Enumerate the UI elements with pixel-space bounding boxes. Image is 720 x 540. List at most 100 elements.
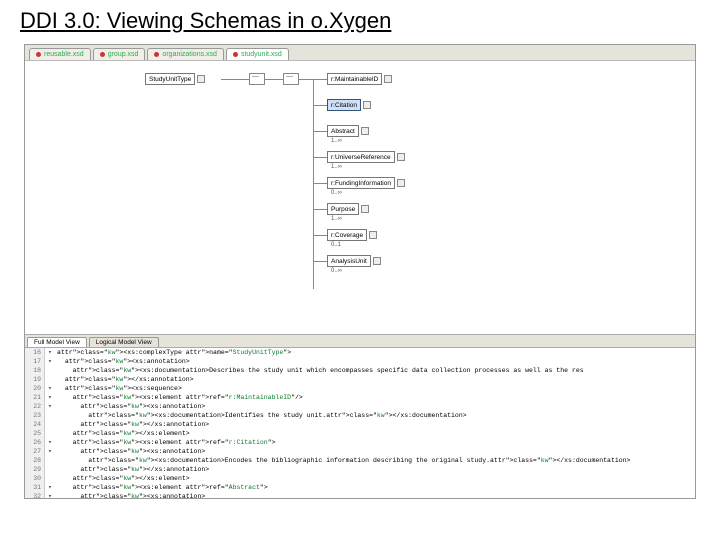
- code-line[interactable]: 31▾ attr">class="kw"><xs:element attr">r…: [25, 483, 695, 492]
- code-text: attr">class="kw"><xs:element attr">ref="…: [55, 438, 276, 447]
- diagram-element-node[interactable]: r:Citation: [327, 99, 361, 111]
- line-number: 21: [25, 393, 45, 402]
- sequence-compositor[interactable]: [283, 73, 299, 85]
- fold-toggle-icon[interactable]: ▾: [45, 384, 55, 393]
- fold-toggle-icon[interactable]: ▾: [45, 447, 55, 456]
- line-number: 25: [25, 429, 45, 438]
- code-text: attr">class="kw"></xs:annotation>: [55, 420, 209, 429]
- code-line[interactable]: 28 attr">class="kw"><xs:documentation>En…: [25, 456, 695, 465]
- file-tab[interactable]: reusable.xsd: [29, 48, 91, 60]
- diagram-element-node[interactable]: r:UniverseReference: [327, 151, 395, 163]
- line-number: 27: [25, 447, 45, 456]
- file-tabbar: reusable.xsd group.xsd organizations.xsd st…: [25, 45, 695, 61]
- file-tab-label: organizations.xsd: [162, 51, 216, 58]
- code-text: attr">class="kw"><xs:annotation>: [55, 402, 205, 411]
- fold-toggle-icon: [45, 465, 55, 474]
- code-line[interactable]: 17▾ attr">class="kw"><xs:annotation>: [25, 357, 695, 366]
- code-line[interactable]: 18 attr">class="kw"><xs:documentation>De…: [25, 366, 695, 375]
- file-tab-label: studyunit.xsd: [241, 51, 282, 58]
- diagram-element-node[interactable]: AnalysisUnit: [327, 255, 371, 267]
- expand-icon[interactable]: [397, 179, 405, 187]
- expand-icon[interactable]: [397, 153, 405, 161]
- code-line[interactable]: 32▾ attr">class="kw"><xs:annotation>: [25, 492, 695, 498]
- fold-toggle-icon: [45, 411, 55, 420]
- modified-dot-icon: [36, 52, 41, 57]
- code-line[interactable]: 27▾ attr">class="kw"><xs:annotation>: [25, 447, 695, 456]
- tab-logical-model-view[interactable]: Logical Model View: [89, 337, 159, 347]
- fold-toggle-icon[interactable]: ▾: [45, 348, 55, 357]
- diagram-element-node[interactable]: Purpose: [327, 203, 359, 215]
- code-text: attr">class="kw"><xs:complexType attr">n…: [55, 348, 291, 357]
- line-number: 16: [25, 348, 45, 357]
- line-number: 24: [25, 420, 45, 429]
- code-text: attr">class="kw"><xs:annotation>: [55, 492, 205, 498]
- code-line[interactable]: 30 attr">class="kw"></xs:element>: [25, 474, 695, 483]
- code-line[interactable]: 19 attr">class="kw"></xs:annotation>: [25, 375, 695, 384]
- code-line[interactable]: 25 attr">class="kw"></xs:element>: [25, 429, 695, 438]
- expand-icon[interactable]: [384, 75, 392, 83]
- fold-toggle-icon: [45, 456, 55, 465]
- view-tabbar: Full Model View Logical Model View: [25, 334, 695, 348]
- tab-full-model-view[interactable]: Full Model View: [27, 337, 87, 347]
- fold-toggle-icon: [45, 429, 55, 438]
- fold-toggle-icon[interactable]: ▾: [45, 438, 55, 447]
- fold-toggle-icon[interactable]: ▾: [45, 402, 55, 411]
- expand-icon[interactable]: [361, 205, 369, 213]
- expand-icon[interactable]: [369, 231, 377, 239]
- code-line[interactable]: 24 attr">class="kw"></xs:annotation>: [25, 420, 695, 429]
- diagram-element-node[interactable]: r:MaintainableID: [327, 73, 382, 85]
- code-text: attr">class="kw"><xs:sequence>: [55, 384, 182, 393]
- code-line[interactable]: 29 attr">class="kw"></xs:annotation>: [25, 465, 695, 474]
- code-text: attr">class="kw"></xs:annotation>: [55, 375, 194, 384]
- fold-toggle-icon[interactable]: ▾: [45, 357, 55, 366]
- fold-toggle-icon[interactable]: ▾: [45, 492, 55, 498]
- line-number: 23: [25, 411, 45, 420]
- code-line[interactable]: 22▾ attr">class="kw"><xs:annotation>: [25, 402, 695, 411]
- code-line[interactable]: 16▾attr">class="kw"><xs:complexType attr…: [25, 348, 695, 357]
- line-number: 22: [25, 402, 45, 411]
- occurrence-label: 0..∞: [331, 190, 342, 196]
- fold-toggle-icon[interactable]: ▾: [45, 483, 55, 492]
- file-tab[interactable]: studyunit.xsd: [226, 48, 289, 60]
- code-text: attr">class="kw"><xs:element attr">ref="…: [55, 393, 303, 402]
- diagram-element-node[interactable]: r:Coverage: [327, 229, 367, 241]
- source-editor[interactable]: 16▾attr">class="kw"><xs:complexType attr…: [25, 348, 695, 498]
- occurrence-label: 1..∞: [331, 216, 342, 222]
- modified-dot-icon: [154, 52, 159, 57]
- code-line[interactable]: 23 attr">class="kw"><xs:documentation>Id…: [25, 411, 695, 420]
- file-tab[interactable]: organizations.xsd: [147, 48, 223, 60]
- diagram-root-node[interactable]: StudyUnitType: [145, 73, 195, 85]
- file-tab[interactable]: group.xsd: [93, 48, 146, 60]
- fold-toggle-icon: [45, 474, 55, 483]
- oxygen-window: reusable.xsd group.xsd organizations.xsd st…: [24, 44, 696, 499]
- code-text: attr">class="kw"></xs:annotation>: [55, 465, 209, 474]
- line-number: 30: [25, 474, 45, 483]
- file-tab-label: group.xsd: [108, 51, 139, 58]
- code-text: attr">class="kw"></xs:element>: [55, 429, 190, 438]
- occurrence-label: 0..∞: [331, 268, 342, 274]
- slide-title: DDI 3.0: Viewing Schemas in o.Xygen: [0, 0, 720, 38]
- code-line[interactable]: 26▾ attr">class="kw"><xs:element attr">r…: [25, 438, 695, 447]
- file-tab-label: reusable.xsd: [44, 51, 84, 58]
- schema-diagram[interactable]: StudyUnitType r:MaintainableID r:Citation…: [25, 61, 695, 334]
- fold-toggle-icon[interactable]: ▾: [45, 393, 55, 402]
- expand-icon[interactable]: [197, 75, 205, 83]
- modified-dot-icon: [100, 52, 105, 57]
- occurrence-label: 0..1: [331, 242, 341, 248]
- code-text: attr">class="kw"><xs:element attr">ref="…: [55, 483, 268, 492]
- fold-toggle-icon: [45, 375, 55, 384]
- code-line[interactable]: 20▾ attr">class="kw"><xs:sequence>: [25, 384, 695, 393]
- diagram-element-node[interactable]: r:FundingInformation: [327, 177, 395, 189]
- line-number: 31: [25, 483, 45, 492]
- line-number: 26: [25, 438, 45, 447]
- code-line[interactable]: 21▾ attr">class="kw"><xs:element attr">r…: [25, 393, 695, 402]
- expand-icon[interactable]: [373, 257, 381, 265]
- expand-icon[interactable]: [363, 101, 371, 109]
- fold-toggle-icon: [45, 420, 55, 429]
- diagram-element-node[interactable]: Abstract: [327, 125, 359, 137]
- occurrence-label: 1..∞: [331, 138, 342, 144]
- line-number: 19: [25, 375, 45, 384]
- expand-icon[interactable]: [361, 127, 369, 135]
- line-number: 18: [25, 366, 45, 375]
- sequence-compositor[interactable]: [249, 73, 265, 85]
